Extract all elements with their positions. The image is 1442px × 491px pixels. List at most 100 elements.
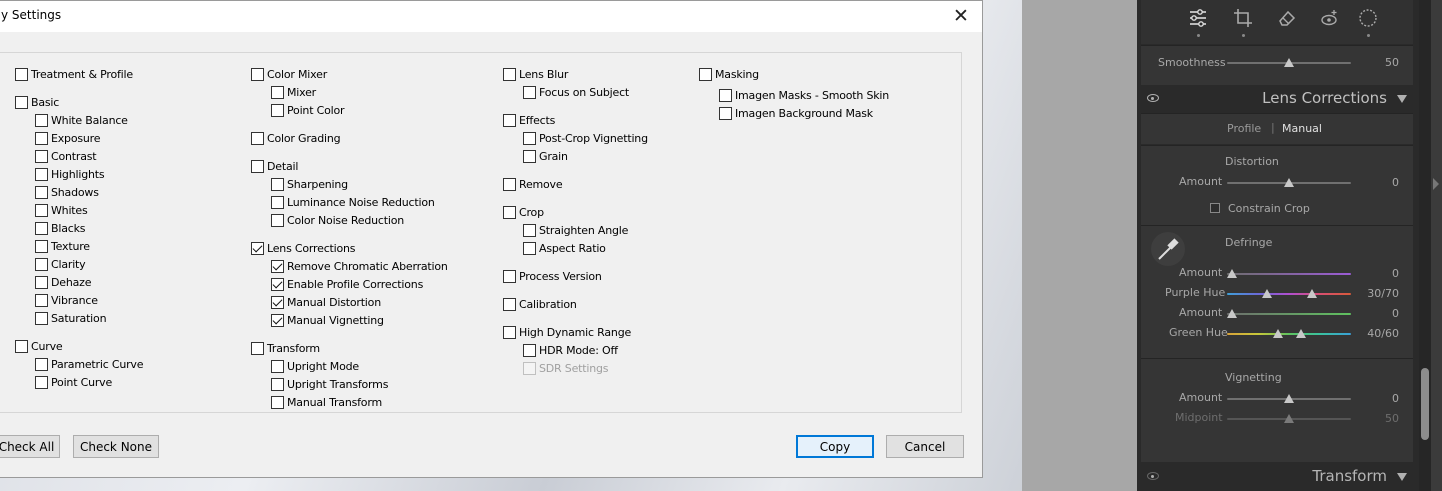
fringe-selector-tool[interactable] bbox=[1151, 232, 1185, 266]
checkbox-post-crop-vignetting[interactable]: Post-Crop Vignetting bbox=[523, 130, 648, 146]
remove-tool[interactable] bbox=[1274, 5, 1300, 31]
checkbox-remove-chromatic-aberration[interactable]: Remove Chromatic Aberration bbox=[271, 258, 448, 274]
edit-sliders-tool[interactable] bbox=[1185, 5, 1211, 37]
checkbox-treatment-profile[interactable]: Treatment & Profile bbox=[15, 66, 133, 82]
checkbox-saturation[interactable]: Saturation bbox=[35, 310, 107, 326]
checkbox-basic[interactable]: Basic bbox=[15, 94, 59, 110]
checkbox-manual-transform[interactable]: Manual Transform bbox=[271, 394, 382, 410]
checkbox-crop[interactable]: Crop bbox=[503, 204, 544, 220]
cancel-button[interactable]: Cancel bbox=[886, 435, 964, 458]
green-hue-slider[interactable] bbox=[1227, 333, 1351, 335]
checkbox-lens-blur[interactable]: Lens Blur bbox=[503, 66, 568, 82]
purple-hue-high-thumb[interactable] bbox=[1307, 289, 1317, 298]
checkbox-white-balance[interactable]: White Balance bbox=[35, 112, 128, 128]
checkbox-vibrance[interactable]: Vibrance bbox=[35, 292, 98, 308]
checkbox-empty-icon bbox=[35, 293, 48, 307]
checkbox-calibration[interactable]: Calibration bbox=[503, 296, 577, 312]
checkbox-curve[interactable]: Curve bbox=[15, 338, 63, 354]
tab-profile[interactable]: Profile bbox=[1227, 122, 1261, 135]
panel-scrollbar[interactable] bbox=[1419, 0, 1431, 491]
checkbox-label: Manual Vignetting bbox=[287, 313, 384, 327]
checkbox-manual-vignetting[interactable]: Manual Vignetting bbox=[271, 312, 384, 328]
checkbox-shadows[interactable]: Shadows bbox=[35, 184, 99, 200]
checkbox-point-curve[interactable]: Point Curve bbox=[35, 374, 112, 390]
checkbox-empty-icon bbox=[271, 103, 284, 117]
checkbox-manual-distortion[interactable]: Manual Distortion bbox=[271, 294, 381, 310]
lens-corrections-header[interactable]: Lens Corrections bbox=[1141, 85, 1413, 113]
checkbox-mixer[interactable]: Mixer bbox=[271, 84, 316, 100]
checkbox-clarity[interactable]: Clarity bbox=[35, 256, 86, 272]
copy-button[interactable]: Copy bbox=[796, 435, 874, 458]
checkbox-empty-icon bbox=[35, 203, 48, 217]
checkbox-transform[interactable]: Transform bbox=[251, 340, 320, 356]
check-none-button[interactable]: Check None bbox=[73, 435, 159, 458]
purple-hue-slider[interactable] bbox=[1227, 293, 1351, 295]
constrain-crop-checkbox[interactable] bbox=[1210, 203, 1220, 213]
vignetting-section: Vignetting Amount 0 Midpoint 50 bbox=[1141, 358, 1413, 462]
checkbox-focus-on-subject[interactable]: Focus on Subject bbox=[523, 84, 629, 100]
eye-icon[interactable] bbox=[1147, 94, 1159, 102]
checkbox-color-noise-reduction[interactable]: Color Noise Reduction bbox=[271, 212, 404, 228]
checkbox-whites[interactable]: Whites bbox=[35, 202, 88, 218]
green-hue-high-thumb[interactable] bbox=[1296, 329, 1306, 338]
checkbox-masking[interactable]: Masking bbox=[699, 66, 759, 82]
checkbox-dehaze[interactable]: Dehaze bbox=[35, 274, 91, 290]
checkbox-upright-transforms[interactable]: Upright Transforms bbox=[271, 376, 388, 392]
right-panel-edge[interactable] bbox=[1431, 0, 1442, 491]
checkbox-blacks[interactable]: Blacks bbox=[35, 220, 85, 236]
checkbox-empty-icon bbox=[251, 341, 264, 355]
checkbox-texture[interactable]: Texture bbox=[35, 238, 90, 254]
close-button[interactable]: ✕ bbox=[948, 3, 974, 29]
checkbox-grain[interactable]: Grain bbox=[523, 148, 568, 164]
purple-amount-slider[interactable] bbox=[1227, 273, 1351, 275]
checkbox-point-color[interactable]: Point Color bbox=[271, 102, 345, 118]
checkbox-sharpening[interactable]: Sharpening bbox=[271, 176, 348, 192]
crop-icon bbox=[1234, 9, 1252, 27]
checkbox-color-mixer[interactable]: Color Mixer bbox=[251, 66, 327, 82]
checkbox-high-dynamic-range[interactable]: High Dynamic Range bbox=[503, 324, 631, 340]
checkbox-remove[interactable]: Remove bbox=[503, 176, 563, 192]
checkbox-enable-profile-corrections[interactable]: Enable Profile Corrections bbox=[271, 276, 423, 292]
eye-icon[interactable] bbox=[1147, 472, 1159, 480]
smoothness-thumb[interactable] bbox=[1284, 58, 1294, 67]
green-hue-low-thumb[interactable] bbox=[1273, 329, 1283, 338]
checkbox-effects[interactable]: Effects bbox=[503, 112, 555, 128]
masking-tool[interactable] bbox=[1355, 5, 1381, 37]
vignette-amount-thumb[interactable] bbox=[1284, 394, 1294, 403]
checkbox-contrast[interactable]: Contrast bbox=[35, 148, 97, 164]
checkbox-empty-icon bbox=[503, 67, 516, 81]
purple-hue-low-thumb[interactable] bbox=[1262, 289, 1272, 298]
checkbox-luminance-noise-reduction[interactable]: Luminance Noise Reduction bbox=[271, 194, 435, 210]
purple-amount-thumb[interactable] bbox=[1227, 269, 1237, 278]
tab-manual[interactable]: Manual bbox=[1282, 122, 1322, 135]
checkbox-label: Texture bbox=[51, 239, 90, 253]
expand-arrow-icon[interactable] bbox=[1433, 178, 1439, 190]
checkbox-detail[interactable]: Detail bbox=[251, 158, 298, 174]
checkbox-color-grading[interactable]: Color Grading bbox=[251, 130, 341, 146]
checkbox-exposure[interactable]: Exposure bbox=[35, 130, 101, 146]
checkbox-label: Crop bbox=[519, 205, 544, 219]
checkbox-label: Point Color bbox=[287, 103, 345, 117]
checkbox-imagen-masks-smooth-skin[interactable]: Imagen Masks - Smooth Skin bbox=[719, 87, 889, 103]
checkbox-process-version[interactable]: Process Version bbox=[503, 268, 602, 284]
transform-header[interactable]: Transform bbox=[1141, 463, 1413, 491]
vignette-midpoint-thumb[interactable] bbox=[1284, 414, 1294, 423]
checkbox-imagen-background-mask[interactable]: Imagen Background Mask bbox=[719, 105, 873, 121]
crop-tool[interactable] bbox=[1230, 5, 1256, 37]
scrollbar-thumb[interactable] bbox=[1421, 368, 1429, 440]
check-all-button[interactable]: Check All bbox=[0, 435, 60, 458]
checkbox-aspect-ratio[interactable]: Aspect Ratio bbox=[523, 240, 606, 256]
checkbox-label: Process Version bbox=[519, 269, 602, 283]
checkbox-upright-mode[interactable]: Upright Mode bbox=[271, 358, 359, 374]
checkbox-straighten-angle[interactable]: Straighten Angle bbox=[523, 222, 628, 238]
checkbox-empty-icon bbox=[523, 85, 536, 99]
red-eye-tool[interactable] bbox=[1316, 5, 1342, 31]
distortion-amount-thumb[interactable] bbox=[1284, 178, 1294, 187]
checkbox-lens-corrections[interactable]: Lens Corrections bbox=[251, 240, 356, 256]
checkbox-parametric-curve[interactable]: Parametric Curve bbox=[35, 356, 144, 372]
green-amount-slider[interactable] bbox=[1227, 313, 1351, 315]
checkbox-label: Color Noise Reduction bbox=[287, 213, 405, 227]
checkbox-highlights[interactable]: Highlights bbox=[35, 166, 105, 182]
checkbox-hdr-mode-off[interactable]: HDR Mode: Off bbox=[523, 342, 618, 358]
green-amount-thumb[interactable] bbox=[1227, 309, 1237, 318]
